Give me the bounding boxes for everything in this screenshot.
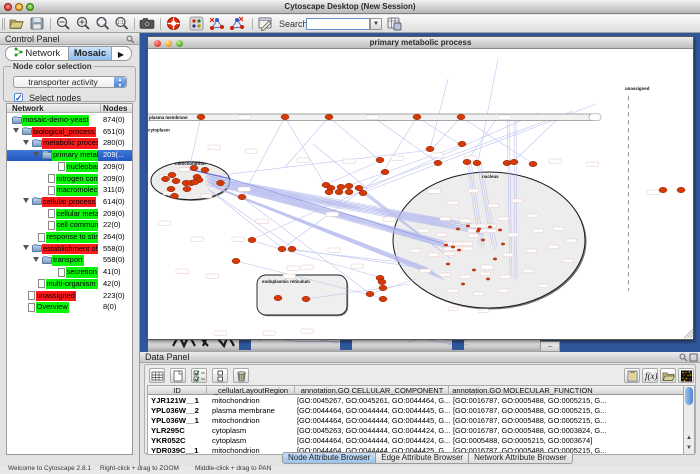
svg-text:mitochondrion: mitochondrion — [175, 161, 206, 166]
svg-text:f(x): f(x) — [645, 371, 657, 381]
svg-text:endoplasmic reticulum: endoplasmic reticulum — [262, 279, 310, 284]
svg-text:cytoplasm: cytoplasm — [148, 128, 170, 133]
svg-text:unassigned: unassigned — [625, 86, 650, 91]
svg-text:1:1: 1:1 — [117, 20, 124, 26]
svg-text:nucleus: nucleus — [482, 174, 499, 179]
svg-text:plasma membrane: plasma membrane — [149, 115, 188, 120]
